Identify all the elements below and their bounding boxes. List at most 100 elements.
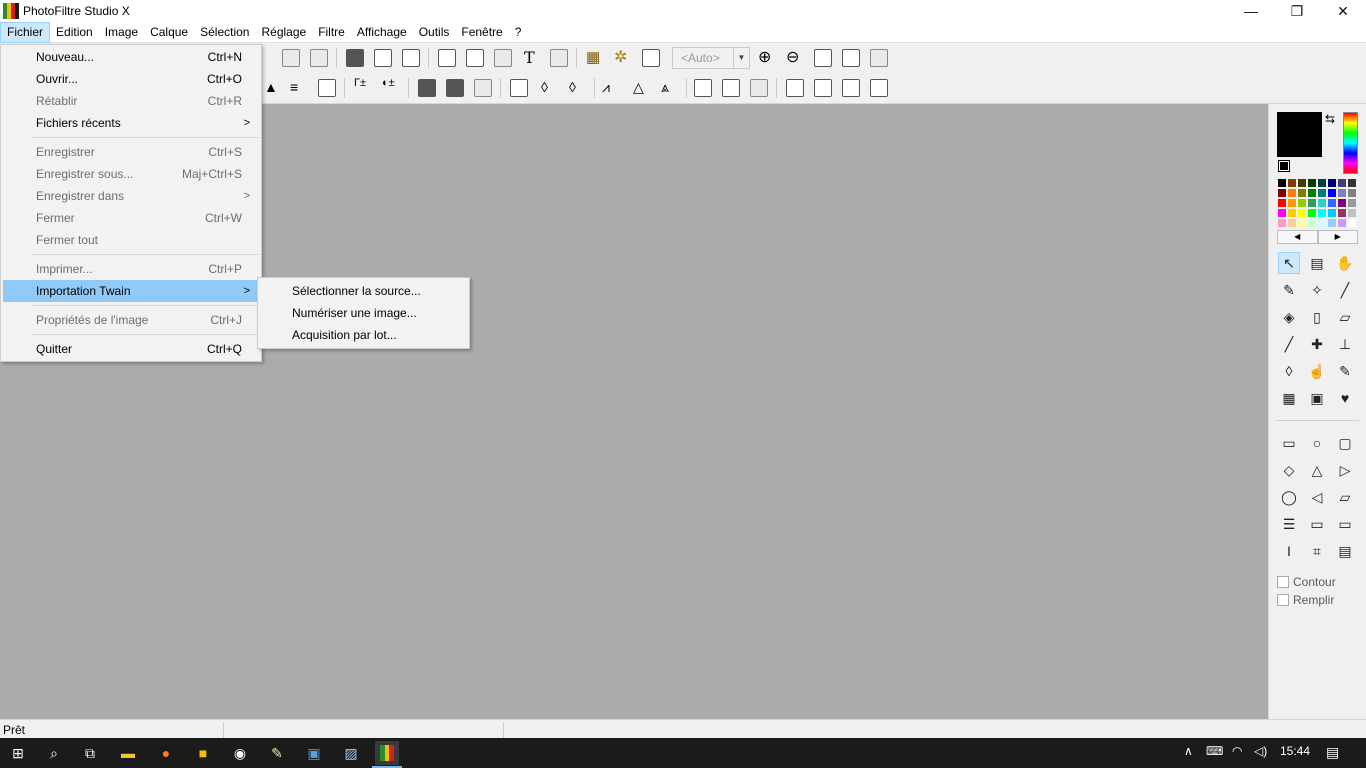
menu-item-enregistrer[interactable]: Enregistrer Ctrl+S [3, 141, 259, 163]
tb-select-image-icon[interactable] [438, 49, 456, 67]
sharpen-icon[interactable]: ⩘ [602, 79, 610, 96]
blur-tool-icon[interactable]: ◊ [1278, 360, 1300, 382]
zoom-out-icon[interactable]: ⊖ [786, 47, 799, 67]
stamp-tool-icon[interactable]: ⊥ [1334, 333, 1356, 355]
mirror-icon[interactable] [786, 79, 804, 97]
tb-paste-icon[interactable] [310, 49, 328, 67]
tb-explorer-icon[interactable]: ▦ [586, 48, 600, 66]
foreground-color[interactable] [1277, 112, 1322, 157]
lasso-shape-icon[interactable]: ◯ [1278, 486, 1300, 508]
menu-help[interactable]: ? [509, 22, 528, 43]
palette-prev-icon[interactable]: ◀ [1277, 230, 1318, 244]
notifications-icon[interactable]: ▤ [1326, 744, 1339, 761]
triangle-shape-icon[interactable]: △ [1306, 459, 1328, 481]
canvas-size-icon[interactable] [870, 79, 888, 97]
chevron-up-icon[interactable]: ∧ [1184, 744, 1193, 758]
menu-edition[interactable]: Edition [50, 22, 99, 43]
menu-item-enregistrer-dans[interactable]: Enregistrer dans > [3, 185, 259, 207]
restore-button[interactable]: ❐ [1274, 0, 1320, 22]
remplir-checkbox[interactable] [1277, 594, 1289, 606]
ratio-43-icon[interactable]: ▭ [1306, 513, 1328, 535]
submenu-item-numeriser[interactable]: Numériser une image... [260, 302, 467, 324]
remplir-option[interactable]: Remplir [1277, 593, 1334, 607]
app-outlook-icon[interactable]: ▣ [302, 741, 326, 765]
tube-tool-icon[interactable]: ♥ [1334, 387, 1356, 409]
chevron-down-icon[interactable]: ▼ [733, 48, 749, 68]
open-shape-icon[interactable]: ▱ [1334, 486, 1356, 508]
app-photos-icon[interactable]: ▨ [339, 741, 363, 765]
pointer-tool-icon[interactable]: ↖ [1278, 252, 1300, 274]
submenu-item-acquisition[interactable]: Acquisition par lot... [260, 324, 467, 346]
minimize-button[interactable]: — [1228, 0, 1274, 22]
windows-start-icon[interactable]: ⊞ [6, 741, 30, 765]
file-explorer-icon[interactable]: ▬ [116, 741, 140, 765]
fit-window-icon[interactable] [814, 49, 832, 67]
emboss-icon[interactable]: ⩓ [661, 79, 669, 96]
polygon-shape-icon[interactable]: ◁ [1306, 486, 1328, 508]
swap-colors-icon[interactable]: ⇆ [1325, 112, 1335, 126]
hue-bar[interactable] [1343, 112, 1358, 174]
zoom-in-icon[interactable]: ⊕ [758, 47, 771, 67]
menu-item-ouvrir[interactable]: Ouvrir... Ctrl+O [3, 68, 259, 90]
clone-tool-icon[interactable]: ✎ [1334, 360, 1356, 382]
smudge-tool-icon[interactable]: ☝ [1306, 360, 1328, 382]
transform-icon[interactable] [750, 79, 768, 97]
tb-mask-icon[interactable] [346, 49, 364, 67]
menu-item-imprimer[interactable]: Imprimer... Ctrl+P [3, 258, 259, 280]
filter-2-icon[interactable] [446, 79, 464, 97]
app-camera-icon[interactable]: ◉ [228, 741, 252, 765]
tb-text-icon[interactable]: T [524, 48, 535, 67]
triangle-right-shape-icon[interactable]: ▷ [1334, 459, 1356, 481]
firefox-icon[interactable]: ● [154, 741, 178, 765]
contour-checkbox[interactable] [1277, 576, 1289, 588]
app-yellow-icon[interactable]: ■ [191, 741, 215, 765]
tb-select-icon[interactable] [466, 49, 484, 67]
menu-item-retablir[interactable]: Rétablir Ctrl+R [3, 90, 259, 112]
menu-item-fichiers-recents[interactable]: Fichiers récents > [3, 112, 259, 134]
eyedropper-tool-icon[interactable]: ✎ [1278, 279, 1300, 301]
tb-window-icon[interactable] [642, 49, 660, 67]
selection-menu-icon[interactable]: ☰ [1278, 513, 1300, 535]
wifi-icon[interactable]: ◠ [1232, 744, 1242, 758]
close-button[interactable]: ✕ [1320, 0, 1366, 22]
text-select-icon[interactable]: I [1278, 540, 1300, 562]
menu-item-enregistrer-sous[interactable]: Enregistrer sous... Maj+Ctrl+S [3, 163, 259, 185]
blur-more-icon[interactable]: ◊ [569, 79, 576, 95]
menu-item-nouveau[interactable]: Nouveau... Ctrl+N [3, 46, 259, 68]
clock[interactable]: 15:44 [1280, 744, 1310, 758]
blur-icon[interactable]: ◊ [541, 79, 548, 95]
tb-resize-icon[interactable] [550, 49, 568, 67]
advanced-brush-tool-icon[interactable]: ✚ [1306, 333, 1328, 355]
menu-item-fermer[interactable]: Fermer Ctrl+W [3, 207, 259, 229]
magic-wand-tool-icon[interactable]: ✧ [1306, 279, 1328, 301]
menu-item-fermer-tout[interactable]: Fermer tout [3, 229, 259, 251]
search-icon[interactable]: ⌕ [42, 741, 66, 765]
actual-size-icon[interactable] [842, 49, 860, 67]
tb-figure-icon[interactable] [402, 49, 420, 67]
menu-filtre[interactable]: Filtre [312, 22, 351, 43]
zoom-select[interactable]: <Auto> ▼ [672, 47, 750, 69]
menu-fichier[interactable]: Fichier [0, 21, 51, 43]
window-select-icon[interactable]: ▤ [1334, 540, 1356, 562]
threshold-icon[interactable] [318, 79, 336, 97]
fullscreen-icon[interactable] [870, 49, 888, 67]
halftone-icon[interactable] [510, 79, 528, 97]
flip-v-icon[interactable] [722, 79, 740, 97]
rectangle-shape-icon[interactable]: ▭ [1278, 432, 1300, 454]
eraser-tool-icon[interactable]: ▱ [1334, 306, 1356, 328]
default-colors-icon[interactable] [1278, 160, 1290, 172]
tb-plugin-icon[interactable]: ✲ [614, 47, 627, 67]
color-palette[interactable] [1277, 178, 1357, 228]
app-notepad-icon[interactable]: ✎ [265, 741, 289, 765]
auto-gamma-icon[interactable]: Γ± [354, 77, 366, 89]
rotate-icon[interactable] [814, 79, 832, 97]
diamond-shape-icon[interactable]: ◇ [1278, 459, 1300, 481]
photofiltre-taskbar-icon[interactable] [375, 741, 399, 765]
contour-option[interactable]: Contour [1277, 575, 1336, 589]
photo-tool-icon[interactable]: ▣ [1306, 387, 1328, 409]
tb-grid-icon[interactable] [374, 49, 392, 67]
deform-tool-icon[interactable]: ▦ [1278, 387, 1300, 409]
menu-image[interactable]: Image [99, 22, 144, 43]
layer-tool-icon[interactable]: ▤ [1306, 252, 1328, 274]
ellipse-shape-icon[interactable]: ○ [1306, 432, 1328, 454]
